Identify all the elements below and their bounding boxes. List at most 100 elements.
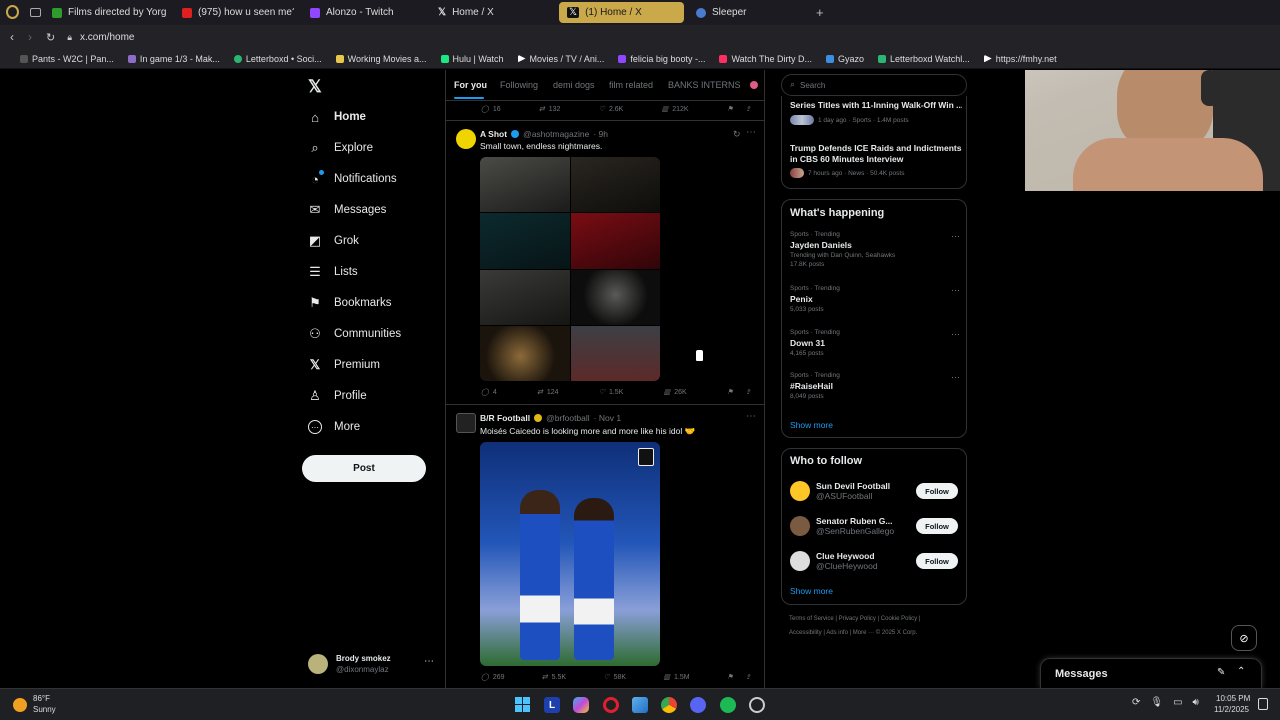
tab-following[interactable]: Following [500, 80, 538, 90]
nav-messages[interactable]: ✉ Messages [308, 202, 387, 217]
repost-button[interactable]: ⇄ 124 [537, 388, 559, 397]
tab-demi-dogs[interactable]: demi dogs [553, 80, 595, 90]
browser-tab[interactable]: 𝕏 Home / X [430, 2, 550, 23]
follow-button[interactable]: Follow [916, 483, 958, 499]
bookmark-item[interactable]: Letterboxd • Soci... [233, 54, 322, 64]
sync-icon[interactable]: ⟳ [1132, 697, 1140, 708]
post[interactable]: B/R Football @brfootball · Nov 1 ⋯ Moisé… [446, 405, 764, 688]
bookmark-icon[interactable]: ⚑ [727, 388, 733, 396]
new-tab-button[interactable]: + [816, 5, 824, 20]
nav-premium[interactable]: 𝕏 Premium [308, 357, 380, 372]
tab-banks-interns[interactable]: BANKS INTERNS [668, 80, 741, 90]
more-icon[interactable]: ⋯ [746, 411, 756, 422]
post-image[interactable] [570, 157, 660, 213]
post-author[interactable]: B/R Football [480, 413, 530, 423]
messages-drawer[interactable]: Messages ✎ ⌃ [1040, 658, 1262, 688]
post[interactable]: A Shot @ashotmagazine · 9h ↻ ⋯ Small tow… [446, 121, 764, 404]
follow-button[interactable]: Follow [916, 518, 958, 534]
nav-explore[interactable]: ⌕ Explore [308, 140, 373, 155]
bookmark-item[interactable]: Hulu | Watch [440, 54, 504, 64]
trend-item[interactable]: Sports · Trending Penix 5,033 posts ⋯ [790, 285, 960, 313]
new-message-icon[interactable]: ✎ [1217, 667, 1225, 678]
chevron-up-icon[interactable]: ⌃ [1237, 666, 1245, 677]
share-icon[interactable]: ⇪ [745, 105, 751, 113]
post-image[interactable] [480, 213, 570, 269]
post-image[interactable] [570, 325, 660, 381]
nav-bookmarks[interactable]: ⚑ Bookmarks [308, 295, 391, 310]
nav-profile[interactable]: ♙ Profile [308, 388, 366, 403]
bookmark-icon[interactable]: ⚑ [727, 105, 733, 113]
tab-film-related[interactable]: film related [609, 80, 653, 90]
views-button[interactable]: ▥ 26K [664, 388, 687, 397]
copilot-icon[interactable] [573, 697, 589, 713]
tab-for-you[interactable]: For you [454, 80, 487, 90]
search-input[interactable]: Search [800, 81, 825, 90]
tab-emoji-icon[interactable] [750, 81, 758, 89]
forward-icon[interactable]: › [28, 30, 32, 44]
share-icon[interactable]: ⇪ [745, 673, 751, 681]
browser-tab[interactable]: Sleeper [688, 2, 808, 23]
opera-icon[interactable] [603, 697, 619, 713]
views-button[interactable]: ▥ 1.5M [663, 673, 689, 682]
news-item[interactable]: Trump Defends ICE Raids and Indictments … [790, 143, 962, 178]
grok-float-button[interactable]: ⊘ [1231, 625, 1257, 651]
bookmark-item[interactable]: https://fmhy.net [983, 54, 1057, 64]
bookmark-item[interactable]: Pants - W2C | Pan... [20, 54, 114, 64]
paint-icon[interactable] [632, 697, 648, 713]
post-image[interactable] [480, 269, 570, 325]
share-icon[interactable]: ⇪ [745, 388, 751, 396]
volume-icon[interactable]: 🔊︎ [1193, 697, 1199, 708]
clock-time[interactable]: 10:05 PM [1216, 694, 1250, 703]
x-logo-icon[interactable]: 𝕏 [308, 77, 322, 97]
tab-overview-icon[interactable] [30, 8, 41, 17]
more-icon[interactable]: ⋯ [746, 127, 756, 138]
bookmark-item[interactable]: In game 1/3 - Mak... [127, 54, 220, 64]
account-switcher[interactable]: Brody smokez @dixonmaylaz ⋯ [308, 652, 436, 676]
windows-start-icon[interactable] [515, 697, 530, 712]
post-image[interactable] [480, 157, 570, 213]
more-icon[interactable]: ⋯ [951, 285, 960, 296]
post-handle[interactable]: @brfootball [546, 413, 590, 423]
repost-button[interactable]: ⇄ 132 [539, 105, 561, 114]
trend-item[interactable]: Sports · Trending Down 31 4,165 posts ⋯ [790, 329, 960, 357]
repost-button[interactable]: ⇄ 5.5K [542, 673, 566, 682]
show-more-link[interactable]: Show more [790, 420, 833, 430]
like-button[interactable]: ♡ 1.5K [599, 388, 624, 397]
browser-tab[interactable]: Films directed by Yorgos [44, 2, 166, 23]
nav-notifications[interactable]: ◔ Notifications [308, 170, 397, 187]
bookmark-item[interactable]: Watch The Dirty D... [719, 54, 812, 64]
bookmark-item[interactable]: Movies / TV / Ani... [517, 54, 604, 64]
post-image[interactable] [570, 213, 660, 269]
clock-date[interactable]: 11/2/2025 [1214, 705, 1249, 714]
follow-button[interactable]: Follow [916, 553, 958, 569]
footer-links[interactable]: Terms of Service | Privacy Policy | Cook… [789, 616, 920, 622]
post-button[interactable]: Post [302, 455, 426, 482]
suggested-account[interactable]: Sun Devil Football @ASUFootball [790, 481, 890, 501]
reply-button[interactable]: ◯ 4 [481, 388, 497, 397]
browser-tab[interactable]: (975) how u seen me?? - [174, 2, 294, 23]
more-icon[interactable]: ⋯ [951, 372, 960, 383]
nav-home[interactable]: ⌂ Home [308, 110, 366, 125]
browser-tab[interactable]: Alonzo - Twitch [302, 2, 422, 23]
footer-links[interactable]: Accessibility | Ads info | More ··· © 20… [789, 630, 917, 636]
back-icon[interactable]: ‹ [10, 30, 14, 44]
like-button[interactable]: ♡ 58K [603, 673, 626, 682]
views-button[interactable]: ▥ 212K [662, 105, 689, 114]
search-box[interactable]: ⌕ Search [781, 74, 967, 96]
bookmark-item[interactable]: Letterboxd Watchl... [878, 54, 970, 64]
suggested-account[interactable]: Senator Ruben G... @SenRubenGallego [790, 516, 894, 536]
more-icon[interactable]: ⋯ [951, 231, 960, 242]
letterboxd-app-icon[interactable]: L [544, 697, 560, 713]
post-image[interactable] [480, 442, 660, 666]
browser-logo-icon[interactable] [6, 5, 19, 19]
show-more-link[interactable]: Show more [790, 586, 833, 596]
steam-icon[interactable] [749, 697, 765, 713]
post-image[interactable] [480, 325, 570, 381]
discord-icon[interactable] [690, 697, 706, 713]
weather-condition[interactable]: Sunny [33, 705, 56, 714]
nav-grok[interactable]: ◩ Grok [308, 233, 359, 248]
bookmark-icon[interactable]: ⚑ [727, 673, 733, 681]
bookmark-item[interactable]: Gyazo [825, 54, 864, 64]
url-field[interactable]: x.com/home [80, 32, 134, 43]
post-image-grid[interactable] [480, 157, 660, 381]
